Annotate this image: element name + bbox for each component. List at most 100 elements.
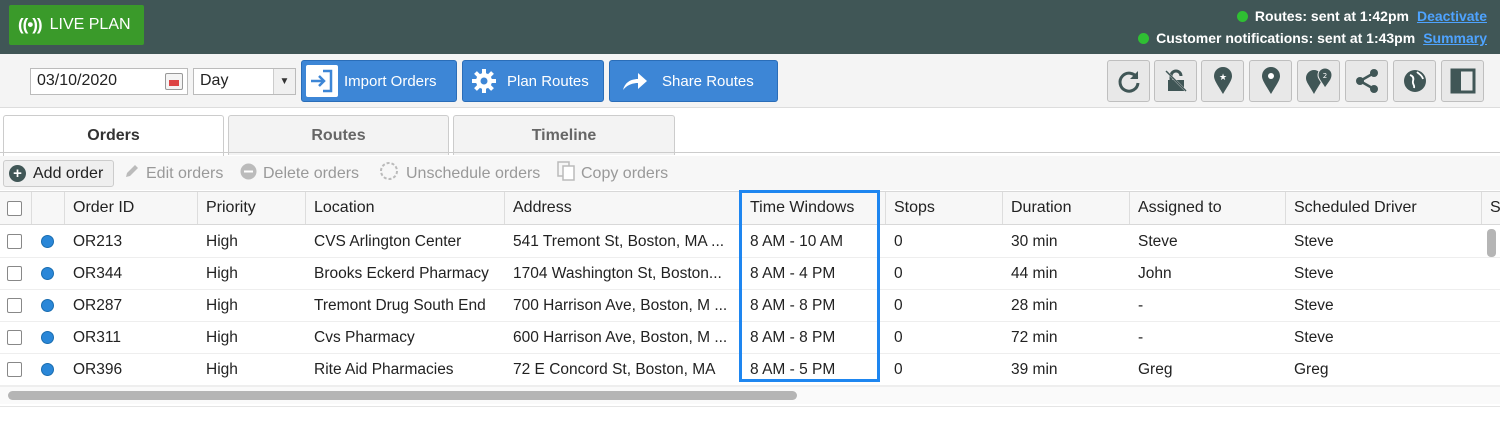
row-checkbox[interactable]	[7, 266, 22, 281]
multi-pin-button[interactable]: 2	[1297, 60, 1340, 102]
unschedule-orders-button[interactable]: Unschedule orders	[378, 160, 540, 187]
share-routes-label: Share Routes	[662, 72, 754, 90]
multi-pin-icon: 2	[1305, 67, 1333, 94]
select-all-checkbox[interactable]	[7, 200, 22, 216]
share-routes-button[interactable]: Share Routes	[609, 60, 778, 102]
order-id-cell: OR213	[73, 232, 123, 250]
column-header-scheduled-driver[interactable]: Scheduled Driver	[1286, 192, 1482, 224]
view-select[interactable]: Day ▼	[193, 68, 296, 95]
scheduled-driver-cell: Steve	[1294, 232, 1334, 250]
svg-text:★: ★	[1218, 73, 1226, 83]
status-column-header	[32, 192, 65, 224]
table-row[interactable]: OR287 High Tremont Drug South End 700 Harri…	[0, 290, 1500, 322]
plan-routes-button[interactable]: Plan Routes	[462, 60, 604, 102]
tab-divider	[0, 152, 1500, 153]
row-checkbox[interactable]	[7, 234, 22, 249]
column-header-time-windows[interactable]: Time Windows	[742, 192, 886, 224]
share-button[interactable]	[1345, 60, 1388, 102]
address-cell: 1704 Washington St, Boston...	[513, 264, 722, 282]
table-row[interactable]: OR311 High Cvs Pharmacy 600 Harrison Ave, B…	[0, 322, 1500, 354]
routes-status-text: Routes: sent at 1:42pm	[1254, 8, 1409, 24]
globe-button[interactable]	[1393, 60, 1436, 102]
add-order-button[interactable]: + Add order	[3, 160, 114, 187]
summary-link[interactable]: Summary	[1423, 30, 1487, 46]
tab-routes[interactable]: Routes	[228, 115, 449, 155]
live-plan-label: LIVE PLAN	[49, 16, 131, 33]
stops-cell: 0	[894, 296, 903, 314]
priority-cell: High	[206, 232, 238, 250]
column-header-location[interactable]: Location	[306, 192, 505, 224]
row-select-cell	[0, 258, 32, 289]
order-id-cell: OR396	[73, 360, 123, 378]
gear-icon	[467, 64, 501, 98]
refresh-button[interactable]	[1107, 60, 1150, 102]
column-header-s[interactable]: S	[1482, 192, 1500, 224]
column-header-order-id[interactable]: Order ID	[65, 192, 198, 224]
unschedule-orders-label: Unschedule orders	[406, 164, 541, 182]
time-window-cell: 8 AM - 10 AM	[750, 232, 844, 250]
date-field[interactable]: 03/10/2020	[30, 68, 188, 95]
scheduled-driver-cell: Steve	[1294, 328, 1334, 346]
row-select-cell	[0, 354, 32, 385]
plan-routes-label: Plan Routes	[507, 72, 589, 90]
row-status-cell	[32, 354, 65, 385]
refresh-icon	[1118, 71, 1139, 93]
location-cell: Tremont Drug South End	[314, 296, 486, 314]
table-row[interactable]: OR396 High Rite Aid Pharmacies 72 E Concord…	[0, 354, 1500, 386]
duration-cell: 39 min	[1011, 360, 1058, 378]
column-header-stops[interactable]: Stops	[886, 192, 1003, 224]
assigned-to-cell: John	[1138, 264, 1172, 282]
add-order-label: Add order	[33, 164, 104, 182]
calendar-icon[interactable]	[165, 73, 183, 90]
row-select-cell	[0, 226, 32, 257]
deactivate-link[interactable]: Deactivate	[1417, 8, 1487, 24]
column-header-priority[interactable]: Priority	[198, 192, 306, 224]
row-checkbox[interactable]	[7, 298, 22, 313]
bottom-divider	[0, 406, 1500, 407]
row-select-cell	[0, 290, 32, 321]
row-status-cell	[32, 258, 65, 289]
table-row[interactable]: OR213 High CVS Arlington Center 541 Tremont…	[0, 226, 1500, 258]
import-orders-label: Import Orders	[344, 72, 437, 90]
copy-orders-button[interactable]: Copy orders	[557, 160, 668, 187]
edit-orders-label: Edit orders	[146, 164, 224, 182]
pin-star-icon: ★	[1213, 67, 1232, 94]
assigned-to-cell: -	[1138, 328, 1144, 346]
priority-cell: High	[206, 360, 238, 378]
panel-toggle-button[interactable]	[1441, 60, 1484, 102]
stops-cell: 0	[894, 328, 903, 346]
order-status-dot	[41, 267, 54, 280]
order-status-dot	[41, 331, 54, 344]
pin-button[interactable]	[1249, 60, 1292, 102]
table-row[interactable]: OR344 High Brooks Eckerd Pharmacy 1704 Wash…	[0, 258, 1500, 290]
top-header: ((•)) LIVE PLAN Routes: sent at 1:42pm D…	[0, 0, 1500, 54]
live-plan-button[interactable]: ((•)) LIVE PLAN	[9, 5, 144, 45]
column-header-assigned-to[interactable]: Assigned to	[1130, 192, 1286, 224]
column-header-duration[interactable]: Duration	[1003, 192, 1130, 224]
column-header-address[interactable]: Address	[505, 192, 742, 224]
row-checkbox[interactable]	[7, 330, 22, 345]
order-id-cell: OR287	[73, 296, 123, 314]
delete-orders-button[interactable]: Delete orders	[240, 160, 359, 187]
order-id-cell: OR344	[73, 264, 123, 282]
share-arrow-icon	[618, 64, 652, 98]
order-status-dot	[41, 235, 54, 248]
assigned-to-cell: Greg	[1138, 360, 1173, 378]
lock-button[interactable]	[1154, 60, 1197, 102]
unlock-icon	[1164, 69, 1187, 92]
edit-orders-button[interactable]: Edit orders	[124, 160, 223, 187]
priority-cell: High	[206, 296, 238, 314]
address-cell: 600 Harrison Ave, Boston, M ...	[513, 328, 728, 346]
pin-star-button[interactable]: ★	[1201, 60, 1244, 102]
duration-cell: 44 min	[1011, 264, 1058, 282]
tab-orders[interactable]: Orders	[3, 115, 224, 156]
vertical-scrollbar[interactable]	[1487, 229, 1496, 257]
scheduled-driver-cell: Greg	[1294, 360, 1329, 378]
horizontal-scrollbar[interactable]	[8, 391, 797, 400]
import-orders-button[interactable]: Import Orders	[301, 60, 457, 102]
share-icon	[1355, 69, 1378, 93]
table-header-row: Order ID Priority Location Address Time …	[0, 191, 1500, 225]
tab-timeline[interactable]: Timeline	[453, 115, 675, 155]
row-status-cell	[32, 290, 65, 321]
row-checkbox[interactable]	[7, 362, 22, 377]
